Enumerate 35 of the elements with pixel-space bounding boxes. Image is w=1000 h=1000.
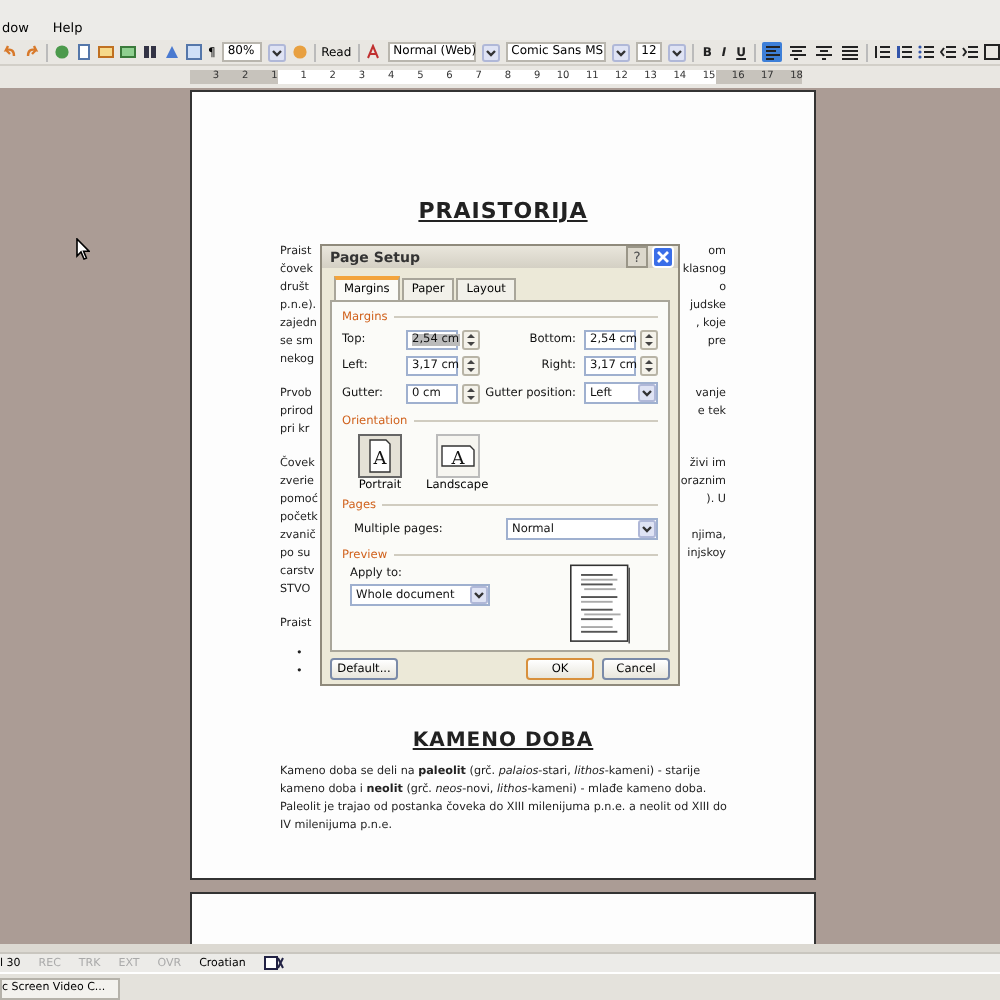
mouse-pointer-icon <box>76 238 90 260</box>
dropdown-arrow-icon[interactable] <box>638 520 656 538</box>
align-justify-button[interactable] <box>840 42 860 62</box>
close-icon[interactable] <box>652 246 674 268</box>
dropdown-arrow-icon[interactable] <box>611 43 630 61</box>
dropdown-arrow-icon[interactable] <box>638 384 656 402</box>
decrease-indent-icon[interactable] <box>940 44 956 60</box>
spinner-arrows-icon[interactable] <box>640 330 658 350</box>
undo-icon[interactable] <box>2 44 18 60</box>
styles-icon[interactable] <box>365 44 382 60</box>
document-map-icon[interactable] <box>186 44 202 60</box>
bulleted-list-icon[interactable] <box>918 44 934 60</box>
dropdown-arrow-icon[interactable] <box>481 43 500 61</box>
section-heading: KAMENO DOBA <box>410 730 596 752</box>
spreadsheet-icon[interactable] <box>120 44 136 60</box>
spinner-arrows-icon[interactable] <box>640 356 658 376</box>
document-icon[interactable] <box>76 44 92 60</box>
redo-icon[interactable] <box>24 44 40 60</box>
border-icon[interactable] <box>984 44 1000 60</box>
dropdown-arrow-icon[interactable] <box>668 43 687 61</box>
increase-indent-icon[interactable] <box>962 44 978 60</box>
table-icon[interactable] <box>98 44 114 60</box>
dropdown-arrow-icon[interactable] <box>470 586 488 604</box>
spinner-arrows-icon[interactable] <box>462 383 480 403</box>
spinner-arrows-icon[interactable] <box>462 330 480 350</box>
numbered-list-icon[interactable] <box>896 44 912 60</box>
page-preview-drawing <box>570 564 630 644</box>
line-spacing-icon[interactable] <box>874 44 890 60</box>
dropdown-arrow-icon[interactable] <box>267 43 286 61</box>
align-center-button[interactable] <box>788 42 808 62</box>
spinner-arrows-icon[interactable] <box>462 356 480 376</box>
columns-icon[interactable] <box>142 44 158 60</box>
align-left-button[interactable] <box>762 42 782 62</box>
align-right-button[interactable] <box>814 42 834 62</box>
document-title: PRAISTORIJA <box>416 198 590 224</box>
